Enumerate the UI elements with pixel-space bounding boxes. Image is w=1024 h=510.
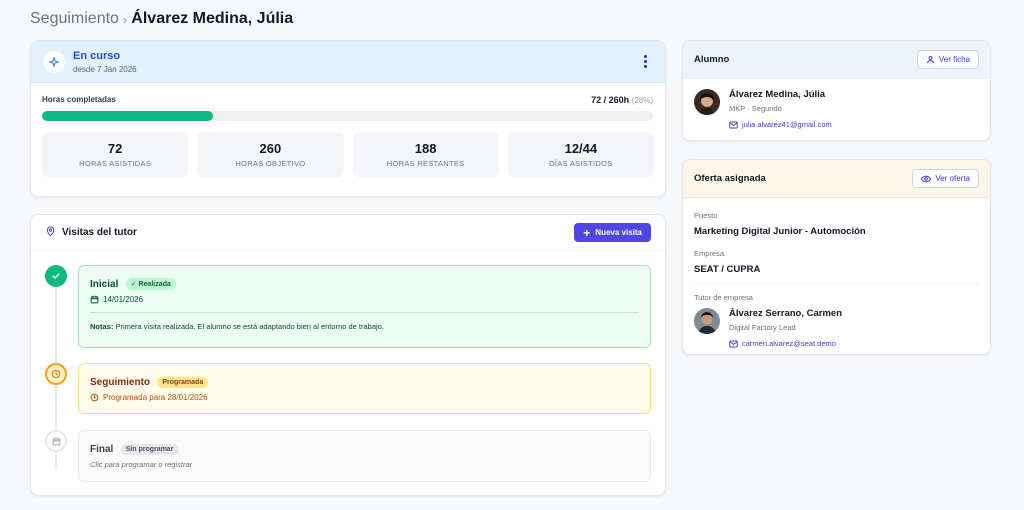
visit-final[interactable]: Final Sin programar Clic para programar … xyxy=(78,430,651,482)
avatar xyxy=(694,89,720,115)
hours-label: Horas completadas xyxy=(42,95,116,104)
stat-value: 260 xyxy=(259,141,282,156)
tutor-info: Álvarez Serrano, Carmen Digital Factory … xyxy=(683,302,990,348)
stats-row: 72 HORAS ASISTIDAS 260 HORAS OBJETIVO 18… xyxy=(31,121,665,177)
visit-date: 14/01/2026 xyxy=(90,295,639,304)
student-name: Álvarez Medina, Júlia xyxy=(729,89,826,100)
position-value: Marketing Digital Junior - Automoción xyxy=(694,226,866,237)
tutor-name: Álvarez Serrano, Carmen xyxy=(729,308,842,319)
student-info: Álvarez Medina, Júlia MKP · Segundo juli… xyxy=(683,79,990,129)
status-since: desde 7 Jan 2026 xyxy=(73,64,137,74)
progress-card: En curso desde 7 Jan 2026 Horas completa… xyxy=(30,40,666,197)
position-label: Puesto xyxy=(694,211,718,220)
calendar-icon xyxy=(45,430,67,452)
hours-progress-bar xyxy=(42,111,653,121)
visit-initial[interactable]: Inicial ✓ Realizada 14/01/2026 Notas: Pr… xyxy=(78,265,651,348)
tutor-role: Digital Factory Lead xyxy=(729,323,796,332)
tutor-email-text: carmen.alvarez@seat.demo xyxy=(742,339,836,348)
view-offer-label: Ver oferta xyxy=(935,174,970,183)
offer-header: Oferta asignada Ver oferta xyxy=(683,160,990,198)
status-badge: Sin programar xyxy=(120,444,179,455)
position-field: Puesto Marketing Digital Junior - Automo… xyxy=(683,211,990,237)
company-value: SEAT / CUPRA xyxy=(694,264,761,275)
mail-icon xyxy=(729,121,738,128)
view-offer-button[interactable]: Ver oferta xyxy=(912,169,979,188)
notes-text: Primera visita realizada. El alumno se e… xyxy=(115,322,384,331)
tutor-label: Tutor de empresa xyxy=(694,293,753,302)
stat-value: 72 xyxy=(107,141,123,156)
avatar xyxy=(694,308,720,334)
visit-followup[interactable]: Seguimiento Programada Programada para 2… xyxy=(78,363,651,414)
student-email[interactable]: julia.alvarez41@gmail.com xyxy=(729,120,832,129)
clock-icon xyxy=(90,393,99,402)
offer-title: Oferta asignada xyxy=(694,173,766,184)
visit-hint: Clic para programar o registrar xyxy=(90,460,193,469)
stat-hours-target: 260 HORAS OBJETIVO xyxy=(197,132,344,177)
visit-date: Programada para 28/01/2026 xyxy=(90,393,639,402)
clock-icon xyxy=(45,363,67,385)
progress-header: En curso desde 7 Jan 2026 xyxy=(31,41,665,83)
view-profile-button[interactable]: Ver ficha xyxy=(916,50,979,69)
map-pin-icon xyxy=(45,225,56,240)
student-program: MKP · Segundo xyxy=(729,104,782,113)
visit-title: Seguimiento xyxy=(90,377,151,388)
student-header: Alumno Ver ficha xyxy=(683,41,990,79)
calendar-icon xyxy=(90,295,99,304)
tutor-field: Tutor de empresa xyxy=(683,293,990,302)
hours-value-text: 72 / 260h xyxy=(591,95,630,105)
breadcrumb-separator: › xyxy=(122,11,128,27)
student-card: Alumno Ver ficha Álvarez Medina, Júlia M… xyxy=(682,40,991,141)
plus-icon: + xyxy=(583,225,591,240)
visits-card: Visitas del tutor + Nueva visita Inicial… xyxy=(30,214,666,496)
stat-label: HORAS OBJETIVO xyxy=(235,159,306,168)
check-icon xyxy=(45,265,67,287)
stat-hours-remaining: 188 HORAS RESTANTES xyxy=(352,132,499,177)
stat-label: HORAS RESTANTES xyxy=(386,159,465,168)
visit-date-text: 14/01/2026 xyxy=(103,295,144,304)
company-field: Empresa SEAT / CUPRA xyxy=(683,249,990,275)
stat-value: 12/44 xyxy=(564,141,598,156)
breadcrumb-parent[interactable]: Seguimiento xyxy=(30,10,119,28)
more-options-icon[interactable] xyxy=(637,54,653,70)
company-label: Empresa xyxy=(694,249,725,258)
stat-value: 188 xyxy=(414,141,437,156)
breadcrumb: Seguimiento › Álvarez Medina, Júlia xyxy=(30,10,293,28)
page-title: Álvarez Medina, Júlia xyxy=(131,10,294,27)
user-icon xyxy=(926,56,934,64)
hours-progress-fill xyxy=(42,111,214,121)
hours-value: 72 / 260h (28%) xyxy=(591,95,653,105)
new-visit-button[interactable]: + Nueva visita xyxy=(574,223,651,242)
mail-icon xyxy=(729,340,738,347)
activity-icon xyxy=(43,50,65,73)
visit-title: Inicial xyxy=(90,279,119,290)
status-badge: Programada xyxy=(157,377,209,388)
visits-header: Visitas del tutor + Nueva visita xyxy=(31,215,665,251)
offer-card: Oferta asignada Ver oferta Puesto Market… xyxy=(682,159,991,355)
tutor-email[interactable]: carmen.alvarez@seat.demo xyxy=(729,339,842,348)
hours-row: Horas completadas 72 / 260h (28%) xyxy=(31,83,665,105)
eye-icon xyxy=(921,175,932,182)
status-title: En curso xyxy=(73,49,121,62)
stat-hours-attended: 72 HORAS ASISTIDAS xyxy=(42,132,189,177)
visit-title: Final xyxy=(90,444,114,455)
new-visit-label: Nueva visita xyxy=(595,228,642,237)
stat-days-attended: 12/44 DÍAS ASISTIDOS xyxy=(507,132,654,177)
view-profile-label: Ver ficha xyxy=(938,55,970,64)
hours-percent: (28%) xyxy=(631,96,653,105)
divider xyxy=(694,283,979,284)
visit-notes: Notas: Primera visita realizada. El alum… xyxy=(90,312,639,331)
status-badge: ✓ Realizada xyxy=(125,278,176,290)
student-email-text: julia.alvarez41@gmail.com xyxy=(742,120,832,129)
stat-label: DÍAS ASISTIDOS xyxy=(549,159,613,168)
student-title: Alumno xyxy=(694,54,730,65)
visit-date-text: Programada para 28/01/2026 xyxy=(103,393,208,402)
notes-label: Notas: xyxy=(90,322,114,331)
stat-label: HORAS ASISTIDAS xyxy=(79,159,152,168)
visits-title: Visitas del tutor xyxy=(62,227,137,238)
